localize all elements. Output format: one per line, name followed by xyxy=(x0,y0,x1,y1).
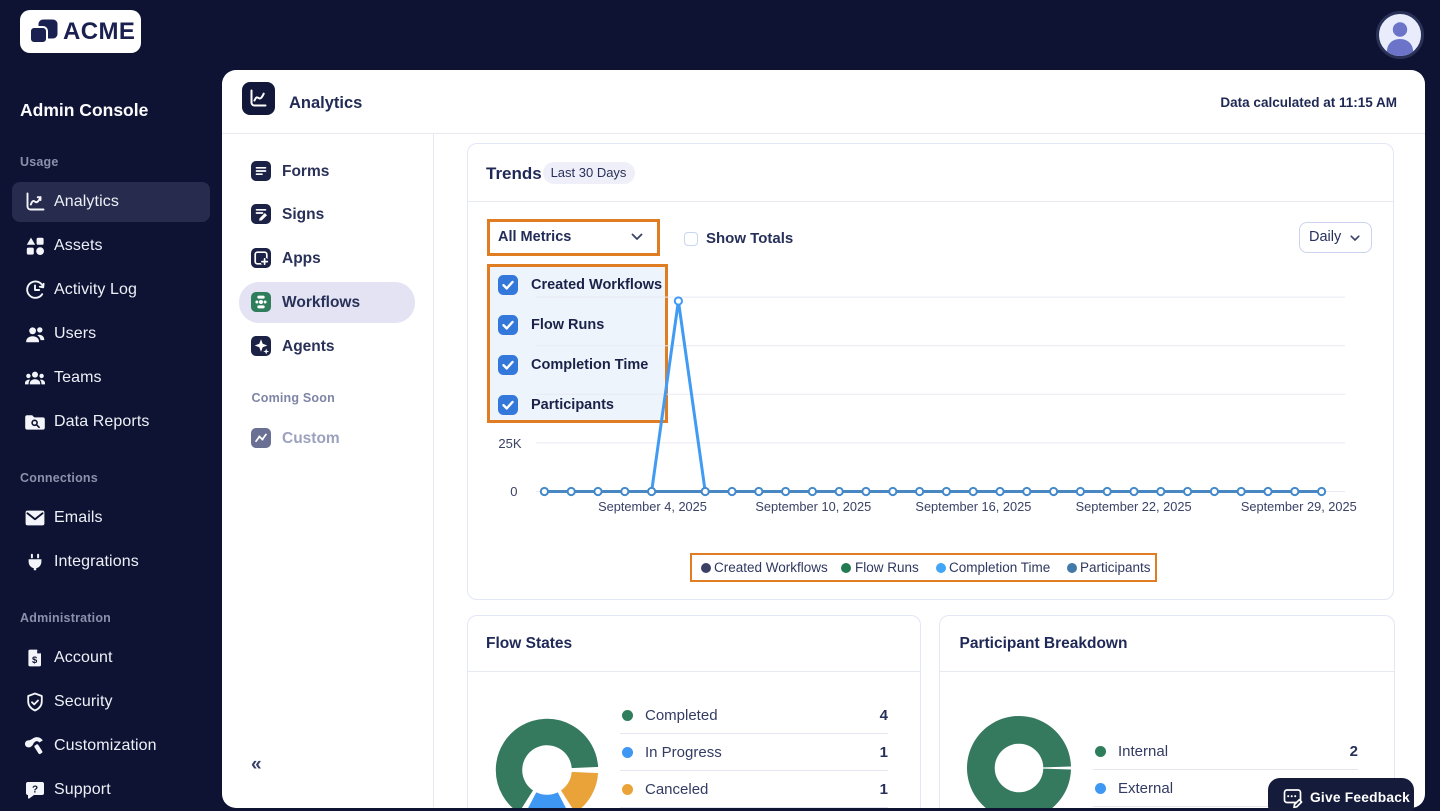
svg-text:?: ? xyxy=(32,784,38,795)
svg-text:$: $ xyxy=(32,655,38,666)
